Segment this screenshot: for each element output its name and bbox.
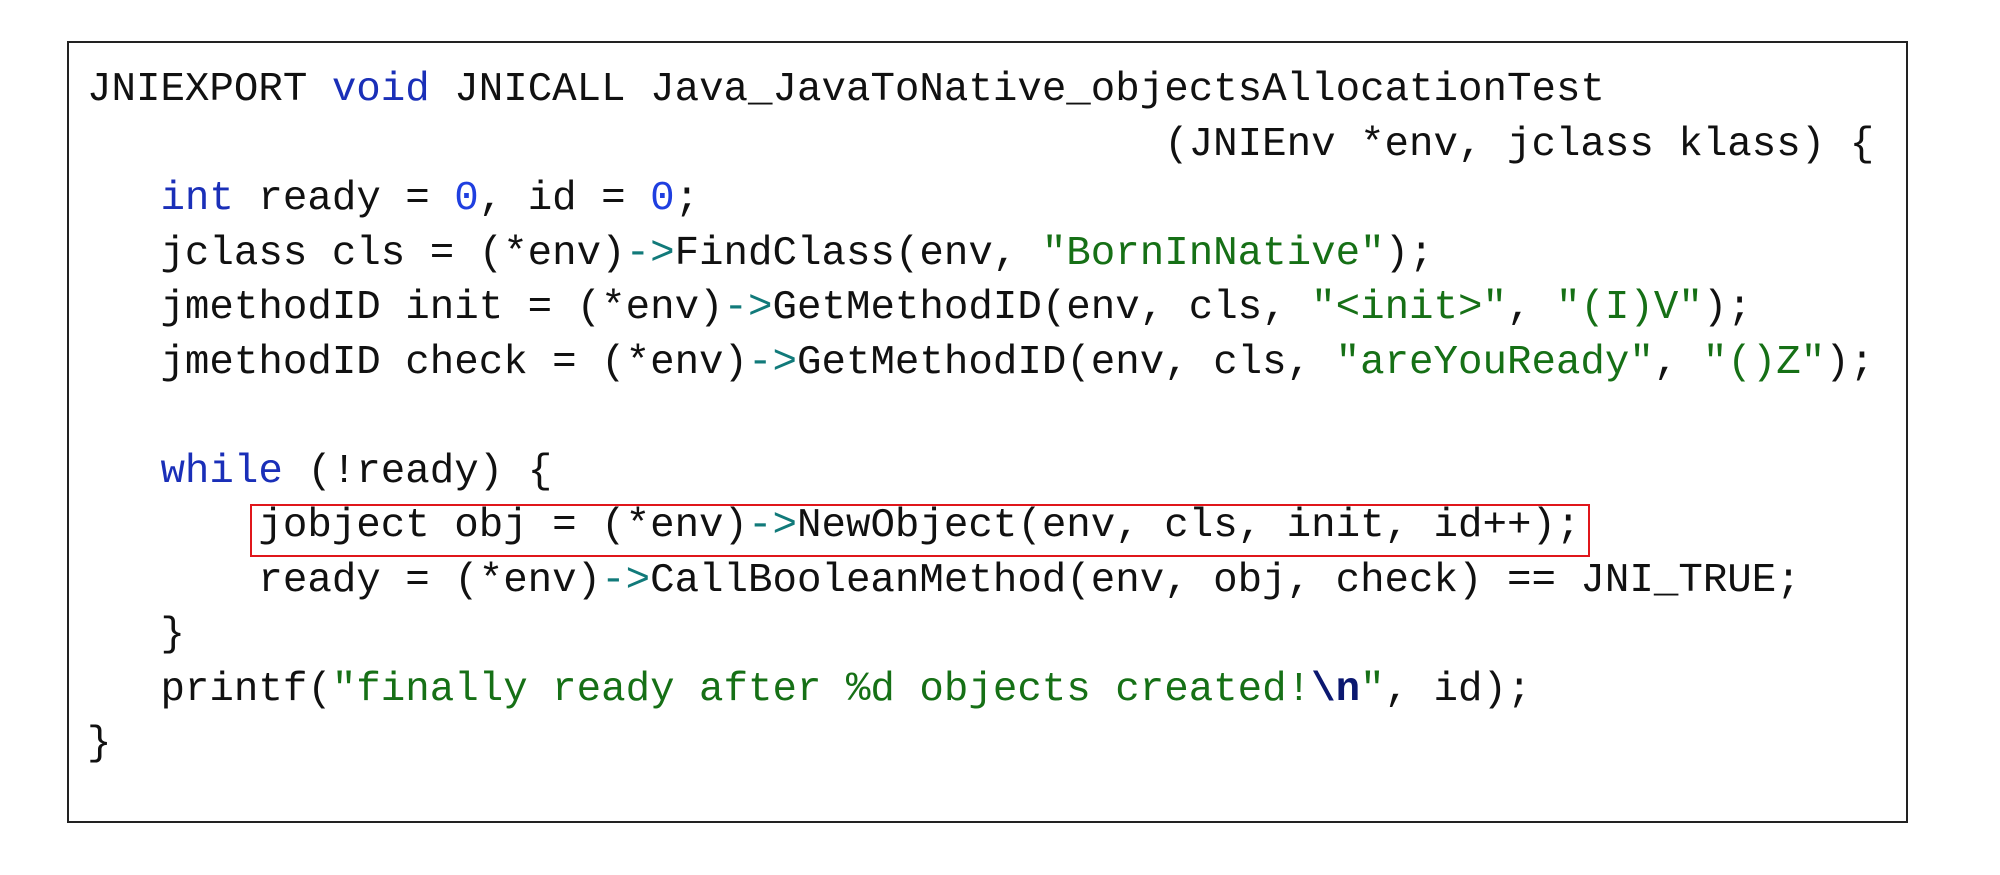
string-token: " bbox=[1360, 666, 1385, 713]
code-token: ); bbox=[1702, 285, 1752, 331]
code-token: ); bbox=[1825, 339, 1875, 386]
operator-token: -> bbox=[723, 285, 773, 331]
operator-token: -> bbox=[625, 230, 675, 277]
code-line: int ready = 0, id = 0; bbox=[87, 172, 1874, 227]
escape-token: \n bbox=[1311, 666, 1361, 713]
code-line: while (!ready) { bbox=[87, 445, 1874, 500]
code-token: (!ready) { bbox=[282, 448, 553, 495]
code-token: , id); bbox=[1384, 666, 1532, 713]
code-line: jmethodID check = (*env)->GetMethodID(en… bbox=[87, 336, 1874, 391]
code-token: JNIEXPORT bbox=[87, 67, 332, 113]
string-token: "<init>" bbox=[1311, 285, 1507, 331]
code-token: ready = bbox=[233, 176, 455, 222]
code-token: , id = bbox=[478, 176, 651, 222]
code-token: ); bbox=[1384, 230, 1434, 277]
highlight-box bbox=[250, 504, 1590, 557]
string-token: "BornInNative" bbox=[1041, 230, 1385, 277]
code-token: ; bbox=[674, 176, 700, 222]
code-token: , bbox=[1653, 339, 1703, 386]
string-token: "finally ready after %d objects created! bbox=[331, 666, 1312, 713]
keyword-token: while bbox=[160, 448, 283, 495]
code-token: jmethodID init = (*env) bbox=[87, 285, 724, 331]
code-line: jmethodID init = (*env)->GetMethodID(env… bbox=[87, 281, 1874, 336]
code-token: ready = (*env) bbox=[87, 557, 602, 604]
code-token: jmethodID check = (*env) bbox=[87, 339, 749, 386]
code-token: } bbox=[87, 612, 185, 658]
keyword-token: int bbox=[160, 176, 234, 222]
code-line: printf("finally ready after %d objects c… bbox=[87, 663, 1874, 718]
code-line: ready = (*env)->CallBooleanMethod(env, o… bbox=[87, 554, 1874, 609]
string-token: "areYouReady" bbox=[1335, 339, 1654, 386]
keyword-token: void bbox=[331, 67, 430, 113]
operator-token: -> bbox=[601, 557, 651, 604]
code-line: JNIEXPORT void JNICALL Java_JavaToNative… bbox=[87, 63, 1874, 118]
code-line: } bbox=[87, 717, 1874, 772]
code-line: jclass cls = (*env)->FindClass(env, "Bor… bbox=[87, 227, 1874, 282]
code-token: (JNIEnv *env, jclass klass) { bbox=[87, 121, 1875, 168]
string-token: "()Z" bbox=[1702, 339, 1826, 386]
code-line: (JNIEnv *env, jclass klass) { bbox=[87, 118, 1874, 173]
code-token: CallBooleanMethod(env, obj, check) == JN… bbox=[650, 557, 1801, 604]
code-token: jclass cls = (*env) bbox=[87, 230, 626, 277]
code-line: } bbox=[87, 608, 1874, 663]
code-token: printf( bbox=[87, 666, 332, 713]
number-token: 0 bbox=[650, 176, 675, 222]
code-token: GetMethodID(env, cls, bbox=[797, 339, 1336, 386]
code-block: JNIEXPORT void JNICALL Java_JavaToNative… bbox=[87, 63, 1874, 772]
number-token: 0 bbox=[454, 176, 479, 222]
code-token: FindClass(env, bbox=[674, 230, 1042, 277]
code-token: , bbox=[1506, 285, 1556, 331]
code-token: JNICALL Java_JavaToNative_objectsAllocat… bbox=[429, 67, 1605, 113]
operator-token: -> bbox=[748, 339, 797, 386]
string-token: "(I)V" bbox=[1555, 285, 1703, 331]
code-token: } bbox=[87, 721, 112, 767]
code-token: GetMethodID(env, cls, bbox=[772, 285, 1312, 331]
